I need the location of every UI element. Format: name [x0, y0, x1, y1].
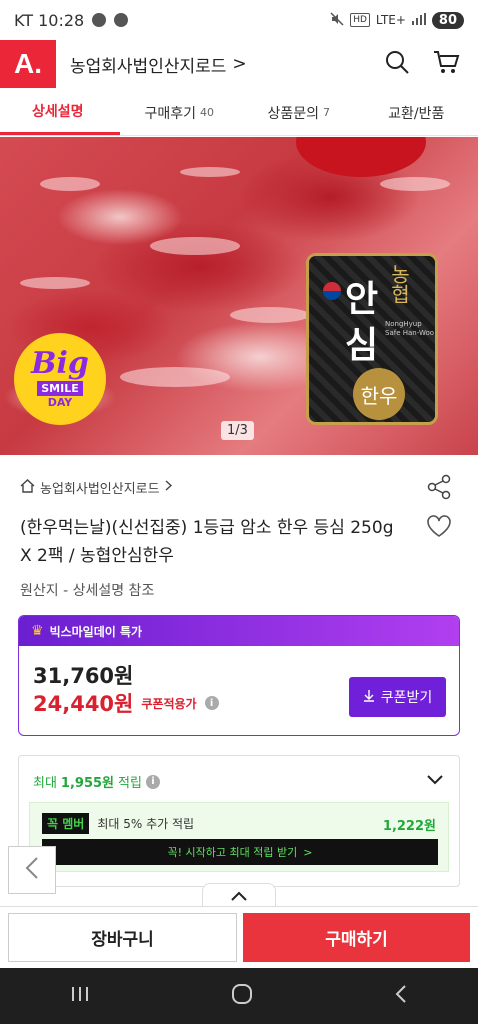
- network-label: LTE+: [375, 13, 406, 27]
- chevron-right-icon: >: [303, 845, 313, 859]
- chevron-up-icon: [231, 886, 247, 905]
- member-badge: 꼭 멤버: [42, 813, 90, 834]
- system-nav-bar: [0, 968, 478, 1024]
- info-icon[interactable]: i: [145, 774, 160, 789]
- home-button-icon[interactable]: [231, 983, 253, 1009]
- tab-reviews[interactable]: 구매후기 40: [120, 90, 240, 135]
- home-icon: [20, 478, 35, 497]
- add-to-cart-button[interactable]: 장바구니: [8, 913, 237, 962]
- product-title: (한우먹는날)(신선집중) 1등급 암소 한우 등심 250g X 2팩 / 농…: [20, 518, 394, 566]
- chevron-down-icon[interactable]: [427, 770, 443, 789]
- chevron-left-icon: [25, 856, 39, 884]
- signal-icon: [411, 12, 426, 28]
- product-tabs: 상세설명 구매후기 40 상품문의 7 교환/반품: [0, 90, 478, 136]
- origin-info: 원산지 - 상세설명 참조: [20, 583, 155, 599]
- search-icon[interactable]: [384, 49, 410, 79]
- recent-apps-icon[interactable]: [70, 985, 90, 1007]
- inquiry-count: 7: [323, 106, 331, 119]
- store-title-link[interactable]: 농업회사법인산지로드 >: [70, 52, 247, 77]
- max-points-row: 최대 1,955원 적립 i: [33, 772, 160, 791]
- sale-price-note: 쿠폰적용가: [141, 696, 197, 711]
- purchase-bar: 장바구니 구매하기: [0, 906, 478, 968]
- chevron-right-icon: >: [232, 54, 247, 74]
- product-image-carousel[interactable]: Big SMILE DAY 안 심 농협 NongHyup Safe Han-W…: [0, 137, 478, 455]
- tab-returns[interactable]: 교환/반품: [359, 90, 478, 135]
- promo-label: 빅스마일데이 특가: [49, 624, 143, 639]
- battery-indicator: 80: [431, 11, 464, 29]
- info-icon[interactable]: i: [204, 696, 219, 710]
- back-button[interactable]: [8, 846, 56, 894]
- download-icon: [363, 689, 375, 706]
- review-count: 40: [200, 106, 215, 119]
- sale-price: 24,440원: [33, 692, 134, 716]
- price-box: ♛ 빅스마일데이 특가 31,760원 24,440원 쿠폰적용가 i 쿠폰받기: [18, 615, 460, 736]
- chevron-right-icon: [165, 480, 172, 495]
- tab-details[interactable]: 상세설명: [0, 90, 120, 135]
- back-nav-icon[interactable]: [394, 984, 408, 1008]
- promo-corner-badge: [296, 137, 426, 177]
- member-text: 최대 5% 추가 적립: [97, 817, 195, 831]
- sale-price-row: 24,440원 쿠폰적용가 i: [33, 688, 219, 718]
- heart-icon[interactable]: [426, 514, 452, 542]
- share-icon[interactable]: [426, 474, 452, 504]
- app-header: A. 농업회사법인산지로드 >: [0, 40, 478, 88]
- original-price: 31,760원: [33, 664, 134, 688]
- collapse-toggle[interactable]: [202, 883, 276, 907]
- nh-hanwoo-brand-card: 안 심 농협 NongHyup Safe Han-Woo 한우: [306, 253, 438, 425]
- member-amount: 1,222원: [382, 819, 436, 834]
- buy-now-button[interactable]: 구매하기: [243, 913, 470, 962]
- member-signup-button[interactable]: 꼭! 시작하고 최대 적립 받기 >: [42, 839, 438, 865]
- max-points-amount: 1,955원: [60, 776, 115, 791]
- member-points-box: 꼭 멤버 최대 5% 추가 적립 1,222원 꼭! 시작하고 최대 적립 받기…: [29, 802, 449, 872]
- hd-icon: HD: [350, 13, 370, 27]
- cart-icon[interactable]: [432, 49, 460, 79]
- store-link[interactable]: 농업회사법인산지로드: [20, 478, 172, 497]
- store-name: 농업회사법인산지로드: [40, 482, 160, 497]
- points-box: 최대 1,955원 적립 i 꼭 멤버 최대 5% 추가 적립 1,222원 꼭…: [18, 755, 460, 887]
- app-logo[interactable]: A.: [0, 40, 56, 88]
- tab-inquiries[interactable]: 상품문의 7: [239, 90, 359, 135]
- status-bar: KT 10:28 HD LTE+ 80: [0, 0, 478, 40]
- taegeuk-icon: [323, 282, 341, 300]
- store-title: 농업회사법인산지로드: [70, 56, 227, 77]
- cloud-icon: [114, 13, 129, 27]
- crown-icon: ♛: [31, 623, 44, 639]
- mute-icon: [330, 11, 344, 29]
- image-page-indicator: 1/3: [221, 421, 254, 440]
- coupon-button[interactable]: 쿠폰받기: [349, 677, 446, 717]
- notification-icon: [92, 13, 107, 27]
- status-time: KT 10:28: [14, 10, 85, 30]
- promo-banner: ♛ 빅스마일데이 특가: [19, 616, 459, 646]
- big-smile-day-badge: Big SMILE DAY: [14, 333, 106, 425]
